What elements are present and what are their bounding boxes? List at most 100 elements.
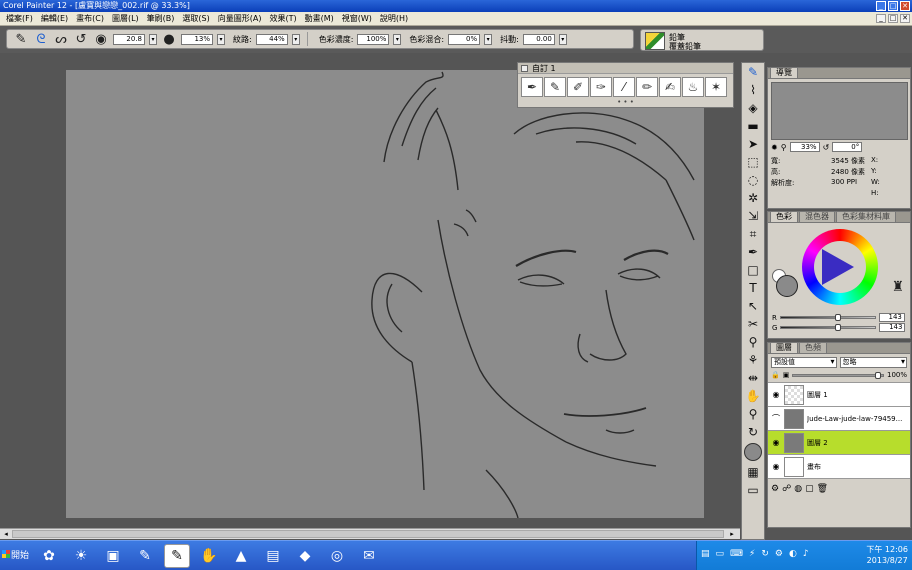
- cloner-icon[interactable]: ✂: [742, 315, 764, 333]
- palette-grip-icon[interactable]: • • •: [518, 99, 733, 106]
- rotate-page-icon[interactable]: ↻: [742, 423, 764, 441]
- crop-icon[interactable]: ⌗: [742, 225, 764, 243]
- display-icon[interactable]: ▭: [716, 549, 725, 559]
- freehand-stroke-icon[interactable]: ᘓ: [33, 31, 49, 47]
- menu-window[interactable]: 視窗(W): [338, 13, 376, 24]
- navigator-settings-icon[interactable]: ✹: [771, 143, 778, 152]
- horizontal-scrollbar[interactable]: ◂ ▸: [0, 528, 740, 539]
- custom-brush-4-icon[interactable]: ✑: [590, 77, 612, 97]
- opacity-field[interactable]: 13%: [181, 33, 213, 45]
- keyboard-icon[interactable]: ⌨: [730, 549, 743, 559]
- angle-field[interactable]: 0°: [832, 142, 863, 152]
- rect-select-icon[interactable]: ⬚: [742, 153, 764, 171]
- tab-layers[interactable]: 圖層: [770, 342, 798, 353]
- magic-wand-icon[interactable]: ✲: [742, 189, 764, 207]
- eye-icon[interactable]: ⌒: [771, 413, 781, 424]
- preserve-icon[interactable]: ▣: [783, 371, 790, 379]
- green-slider[interactable]: [780, 324, 877, 331]
- thunderbird-icon[interactable]: ✉: [356, 544, 382, 568]
- mirror-icon[interactable]: ⇹: [742, 369, 764, 387]
- scrollbar-thumb[interactable]: [12, 530, 724, 538]
- main-color-swatch[interactable]: [744, 443, 762, 461]
- resat-dropdown[interactable]: ▾: [393, 33, 402, 45]
- menu-select[interactable]: 選取(S): [178, 13, 213, 24]
- custom-brush-2-icon[interactable]: ✎: [544, 77, 566, 97]
- jitter-field[interactable]: 0.00: [522, 33, 555, 45]
- layer-commands-icon[interactable]: ⚙: [771, 484, 779, 494]
- brush-selector[interactable]: 鉛筆 覆蓋鉛筆: [640, 29, 764, 51]
- powerpoint-icon[interactable]: ▣: [100, 544, 126, 568]
- minimize-button[interactable]: _: [876, 1, 886, 11]
- magnifier-icon[interactable]: ⚲: [742, 405, 764, 423]
- line-icon[interactable]: ◆: [292, 544, 318, 568]
- dodge-icon[interactable]: ⚘: [742, 351, 764, 369]
- layer-row[interactable]: ◉ 圖層 1: [768, 382, 910, 406]
- menu-edit[interactable]: 編輯(E): [37, 13, 72, 24]
- layer-row[interactable]: ⌒ Jude-Law-jude-law-79459...: [768, 406, 910, 430]
- menu-help[interactable]: 說明(H): [376, 13, 412, 24]
- doc-restore-button[interactable]: □: [888, 14, 898, 23]
- brush-tool-icon[interactable]: ✎: [13, 31, 29, 47]
- antivirus-icon[interactable]: ◐: [789, 549, 797, 559]
- new-layer-icon[interactable]: ▢: [805, 484, 814, 494]
- size-dropdown[interactable]: ▾: [149, 33, 157, 45]
- tab-color-sets[interactable]: 色彩集材料庫: [836, 211, 896, 222]
- lock-icon[interactable]: 🔒: [771, 371, 780, 379]
- chrome-icon[interactable]: ◎: [324, 544, 350, 568]
- color-wheel[interactable]: [802, 229, 878, 305]
- custom-brush-5-icon[interactable]: ⁄: [613, 77, 635, 97]
- custom-brush-6-icon[interactable]: ✏: [636, 77, 658, 97]
- shape-selection-icon[interactable]: ↖: [742, 297, 764, 315]
- grain-dropdown[interactable]: ▾: [291, 33, 300, 45]
- painter-shortcut-icon[interactable]: ✎: [132, 544, 158, 568]
- screen-mode-icon[interactable]: ▭: [742, 481, 764, 499]
- tab-mixer[interactable]: 混色器: [799, 211, 835, 222]
- rubber-stamp-icon[interactable]: ⚲: [742, 333, 764, 351]
- bleed-dropdown[interactable]: ▾: [484, 33, 493, 45]
- paper-icon[interactable]: ▦: [742, 463, 764, 481]
- scroll-left-arrow-icon[interactable]: ◂: [1, 530, 11, 539]
- brush-icon[interactable]: ✎: [742, 63, 764, 81]
- usb-icon[interactable]: ⚡: [749, 549, 755, 559]
- pen-icon[interactable]: ✒: [742, 243, 764, 261]
- dropper-icon[interactable]: ⌇: [742, 81, 764, 99]
- text-icon[interactable]: T: [742, 279, 764, 297]
- straight-stroke-icon[interactable]: ᔕ: [53, 31, 69, 47]
- clock[interactable]: 下午 12:06 2013/8/27: [866, 544, 908, 566]
- custom-brush-1-icon[interactable]: ✒: [521, 77, 543, 97]
- tab-navigator[interactable]: 導覽: [770, 67, 798, 78]
- start-button[interactable]: 開始: [0, 543, 34, 569]
- composite-method-select[interactable]: 預設值: [771, 357, 837, 368]
- layer-opacity-value[interactable]: 100%: [887, 371, 907, 379]
- selection-adjuster-icon[interactable]: ⇲: [742, 207, 764, 225]
- hand-icon[interactable]: ✋: [196, 544, 222, 568]
- tab-color[interactable]: 色彩: [770, 211, 798, 222]
- jitter-dropdown[interactable]: ▾: [558, 33, 567, 45]
- grabber-icon[interactable]: ✋: [742, 387, 764, 405]
- maximize-button[interactable]: □: [888, 1, 898, 11]
- scroll-right-arrow-icon[interactable]: ▸: [727, 530, 737, 539]
- zoom-field[interactable]: 33%: [789, 142, 820, 152]
- layer-opacity-slider[interactable]: [792, 371, 884, 379]
- tab-channels[interactable]: 色頻: [799, 342, 827, 353]
- palette-close-box[interactable]: [521, 65, 528, 72]
- settings-icon[interactable]: ⚙: [775, 549, 783, 559]
- custom-brush-9-icon[interactable]: ✶: [705, 77, 727, 97]
- main-color-preview[interactable]: [776, 275, 798, 297]
- eraser-icon[interactable]: ▬: [742, 117, 764, 135]
- painter-app-icon[interactable]: ✎: [164, 544, 190, 568]
- clone-color-icon[interactable]: ♜: [891, 279, 904, 295]
- red-value[interactable]: 143: [878, 313, 905, 322]
- eye-icon[interactable]: ◉: [771, 438, 781, 447]
- menu-layers[interactable]: 圖層(L): [108, 13, 143, 24]
- delete-layer-icon[interactable]: 🗑: [817, 484, 828, 494]
- custom-brush-3-icon[interactable]: ✐: [567, 77, 589, 97]
- layer-row[interactable]: ◉ 畫布: [768, 454, 910, 478]
- menu-shapes[interactable]: 向量圖形(A): [214, 13, 266, 24]
- size-field[interactable]: 20.8: [113, 33, 145, 45]
- navigator-thumbnail[interactable]: [771, 82, 908, 140]
- eye-icon[interactable]: ◉: [771, 462, 781, 471]
- red-slider[interactable]: [779, 314, 876, 321]
- close-button[interactable]: ✕: [900, 1, 910, 11]
- menu-movie[interactable]: 動畫(M): [301, 13, 338, 24]
